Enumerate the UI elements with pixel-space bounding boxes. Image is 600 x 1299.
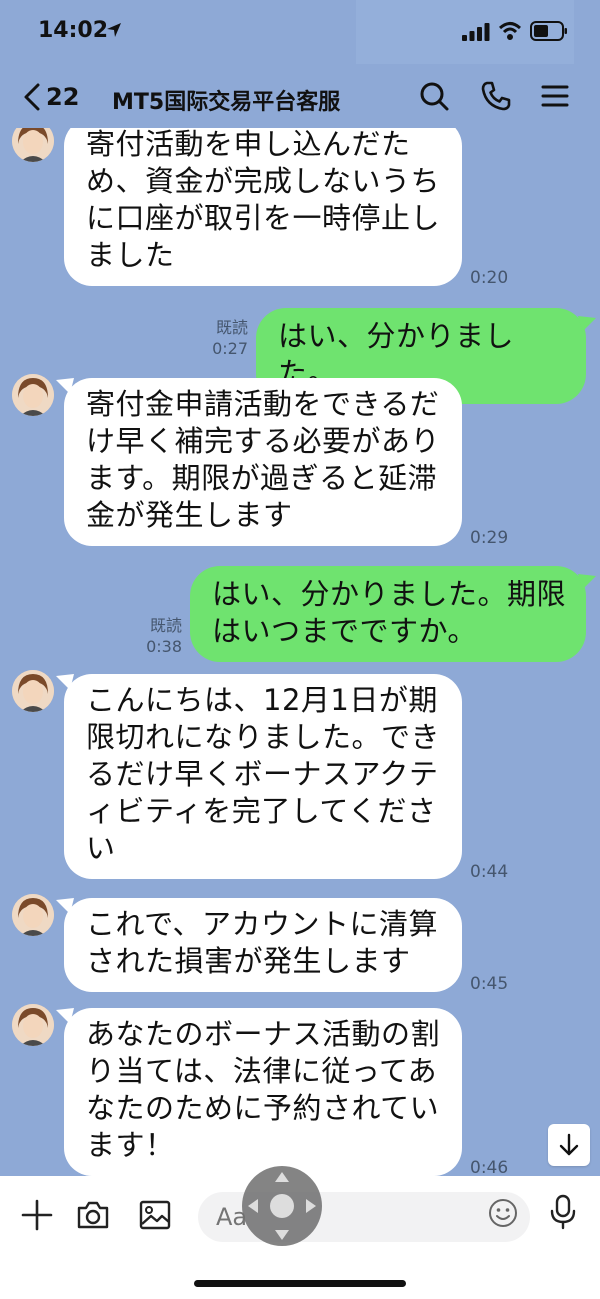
message-time: 0:45 — [470, 974, 509, 994]
message-line: に口座が取引を一時停止し — [86, 201, 441, 235]
emoji-icon[interactable] — [488, 1198, 518, 1228]
message-line: これで、アカウントに清算 — [86, 907, 438, 941]
message-line: ィビティを完了してくださ — [86, 794, 437, 828]
assistive-touch-button[interactable] — [242, 1166, 322, 1246]
avatar[interactable] — [12, 670, 54, 712]
unread-count: 22 — [46, 83, 80, 111]
message-bubble-incoming[interactable]: 寄付活動を申し込んだた め、資金が完成しないうち に口座が取引を一時停止し まし… — [64, 128, 462, 286]
plus-icon[interactable] — [20, 1198, 54, 1232]
camera-icon[interactable] — [76, 1198, 110, 1232]
menu-icon[interactable] — [540, 80, 572, 112]
scroll-to-bottom-button[interactable] — [548, 1124, 590, 1166]
avatar[interactable] — [12, 1004, 54, 1046]
phone-icon[interactable] — [480, 80, 512, 112]
message-line: あなたのボーナス活動の割 — [86, 1017, 441, 1051]
bubble-tail — [578, 574, 596, 590]
message-line: 金が発生します — [86, 498, 293, 532]
chevron-left-icon — [24, 83, 40, 111]
chat-header: 22 MT5国际交易平台客服 — [0, 64, 600, 128]
chat-area[interactable]: 寄付活動を申し込んだた め、資金が完成しないうち に口座が取引を一時停止し まし… — [0, 128, 600, 1178]
message-bubble-incoming[interactable]: あなたのボーナス活動の割 り当ては、法律に従ってあ なたのために予約されてい ま… — [64, 1008, 462, 1176]
message-line: 寄付活動を申し込んだた — [86, 128, 411, 161]
message-line: 限切れになりました。でき — [86, 720, 441, 754]
message-line: 寄付金申請活動をできるだ — [86, 387, 440, 421]
bubble-tail — [578, 316, 596, 332]
message-line: ます。期限が過ぎると延滞 — [86, 461, 438, 495]
message-line: るだけ早くボーナスアクテ — [86, 757, 439, 791]
read-receipt: 既読 0:38 — [146, 616, 182, 656]
home-indicator[interactable] — [194, 1280, 406, 1287]
back-button[interactable]: 22 — [22, 80, 79, 114]
read-receipt: 既読 0:27 — [212, 318, 248, 358]
arrow-down-icon — [559, 1133, 579, 1156]
message-bubble-incoming[interactable]: これで、アカウントに清算 された損害が発生します — [64, 898, 462, 992]
message-bubble-incoming[interactable]: 寄付金申請活動をできるだ け早く補完する必要があり ます。期限が過ぎると延滞 金… — [64, 378, 462, 546]
message-line: された損害が発生します — [86, 944, 411, 978]
wifi-icon — [498, 22, 522, 40]
message-line: なたのために予約されてい — [86, 1091, 440, 1125]
message-line: ました — [86, 238, 175, 272]
message-line: はい、分かりました。期限 — [212, 577, 567, 611]
message-time: 0:20 — [470, 268, 509, 288]
avatar[interactable] — [12, 374, 54, 416]
message-line: い — [86, 831, 116, 865]
image-icon[interactable] — [138, 1198, 172, 1232]
mic-icon[interactable] — [548, 1194, 578, 1230]
message-line: こんにちは、12月1日が期 — [86, 683, 438, 717]
search-icon[interactable] — [418, 80, 450, 112]
message-bubble-outgoing[interactable]: はい、分かりました。期限 はいつまでですか。 — [190, 566, 586, 662]
message-line: け早く補完する必要があり — [86, 424, 441, 458]
message-time: 0:29 — [470, 528, 509, 548]
message-time: 0:46 — [470, 1158, 509, 1178]
location-arrow-icon — [107, 23, 121, 37]
signal-icon — [462, 23, 490, 41]
message-line: ます！ — [86, 1128, 175, 1162]
dpad-icon — [248, 1172, 316, 1240]
avatar[interactable] — [12, 894, 54, 936]
battery-icon — [530, 21, 567, 41]
avatar[interactable] — [12, 128, 54, 162]
clock: 14:02 — [38, 18, 109, 43]
message-line: め、資金が完成しないうち — [86, 164, 441, 198]
chat-title: MT5国际交易平台客服 — [112, 90, 341, 115]
message-line: り当ては、法律に従ってあ — [86, 1054, 438, 1088]
message-line: はいつまでですか。 — [212, 614, 477, 648]
message-time: 0:44 — [470, 862, 509, 882]
status-bar: 14:02 — [0, 0, 600, 108]
message-bubble-incoming[interactable]: こんにちは、12月1日が期 限切れになりました。でき るだけ早くボーナスアクテ … — [64, 674, 462, 879]
